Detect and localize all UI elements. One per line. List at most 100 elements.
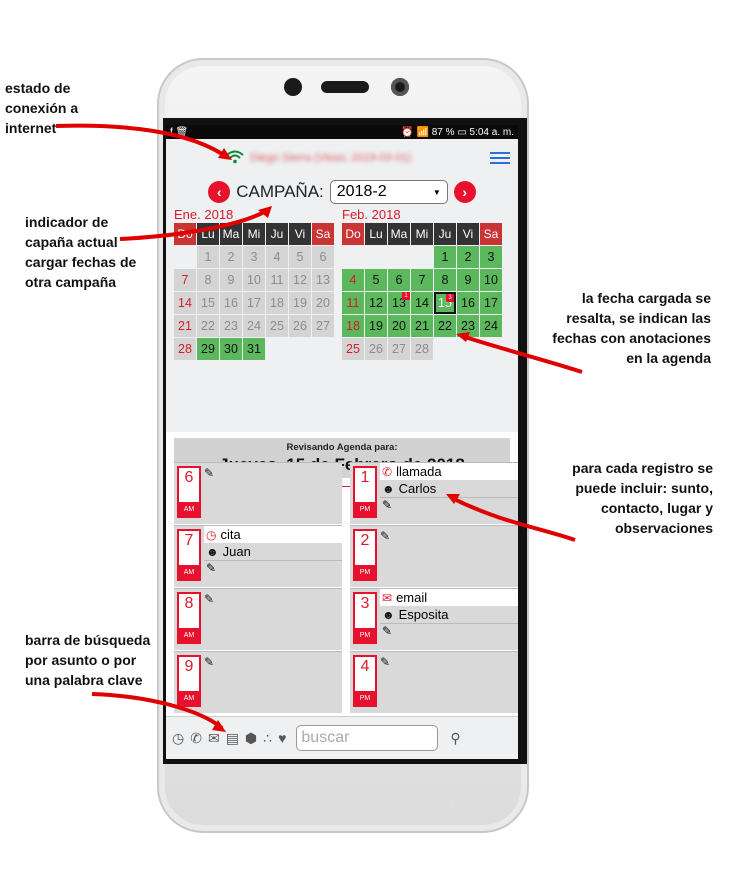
calendar-day[interactable]: 8 xyxy=(197,269,219,291)
calendar-day[interactable]: 16 xyxy=(220,292,242,314)
calendar-day[interactable]: 17 xyxy=(243,292,265,314)
search-icon[interactable]: ⚲ xyxy=(450,730,460,747)
calendar-day[interactable]: 2 xyxy=(220,246,242,268)
calendar-day[interactable]: 6 xyxy=(388,269,410,291)
calendar-day[interactable]: 23 xyxy=(220,315,242,337)
edit-icon[interactable]: ✎ xyxy=(206,561,216,575)
calendar-day[interactable]: 26 xyxy=(365,338,387,360)
calendar-day[interactable]: 28 xyxy=(411,338,433,360)
calendar-day[interactable]: 6 xyxy=(312,246,334,268)
recents-nav-icon[interactable]: □ xyxy=(239,792,249,810)
calendar-day[interactable]: 10 xyxy=(480,269,502,291)
back-nav-icon[interactable]: ◁ xyxy=(441,792,453,812)
calendar-empty-cell xyxy=(174,246,196,268)
edit-icon[interactable]: ✎ xyxy=(204,466,214,480)
agenda-slot[interactable]: 7 AM ◷ cita ☻ Juan ✎ xyxy=(174,525,342,587)
heart-icon[interactable]: ♥ xyxy=(278,730,286,746)
calendar-day[interactable]: 24 xyxy=(480,315,502,337)
calendar-day[interactable]: 1 xyxy=(434,246,456,268)
calendar-day[interactable]: 16 xyxy=(457,292,479,314)
edit-icon[interactable]: ✎ xyxy=(204,655,214,669)
prev-campaign-button[interactable]: ‹ xyxy=(208,181,231,203)
edit-icon[interactable]: ✎ xyxy=(382,498,392,512)
edit-icon[interactable]: ✎ xyxy=(204,592,214,606)
calendar-day[interactable]: 25 xyxy=(342,338,364,360)
calendar-day[interactable]: 11 xyxy=(266,269,288,291)
calendar-day[interactable]: 5 xyxy=(289,246,311,268)
calendar-day[interactable]: 2 xyxy=(457,246,479,268)
calendar-day[interactable]: 12 xyxy=(289,269,311,291)
calendar-day[interactable]: 19 xyxy=(365,315,387,337)
calendar-day[interactable]: 29 xyxy=(197,338,219,360)
edit-icon[interactable]: ✎ xyxy=(380,529,390,543)
cubes-icon[interactable]: ∴ xyxy=(263,730,272,747)
calendar-day[interactable]: 7 xyxy=(174,269,196,291)
calendar-day[interactable]: 25 xyxy=(266,315,288,337)
calendar-day[interactable]: 3 xyxy=(243,246,265,268)
calendar-day[interactable]: 28 xyxy=(174,338,196,360)
agenda-slot[interactable]: 8 AM ✎ xyxy=(174,588,342,650)
home-nav-icon[interactable]: ○ xyxy=(339,792,349,810)
agenda-slot[interactable]: 3 PM ✉ email ☻ Esposita ✎ xyxy=(350,588,518,650)
hamburger-icon[interactable] xyxy=(490,149,510,167)
calendar-day[interactable]: 8 xyxy=(434,269,456,291)
calendar-day[interactable]: 4 xyxy=(342,269,364,291)
calendar-day[interactable]: 12 xyxy=(365,292,387,314)
calendar-day[interactable]: 9 xyxy=(220,269,242,291)
calendar-day[interactable]: 14 xyxy=(174,292,196,314)
calendar-day[interactable]: 13 1 xyxy=(388,292,410,314)
hour-label: 6 AM xyxy=(177,466,201,518)
calendar-day[interactable]: 4 xyxy=(266,246,288,268)
calendar-day[interactable]: 18 xyxy=(342,315,364,337)
calendar-day[interactable]: 23 xyxy=(457,315,479,337)
calendar-day[interactable]: 17 xyxy=(480,292,502,314)
agenda: 6 AM ✎ 7 AM ◷ cita ☻ Juan ✎ 8 AM ✎ 9 AM ✎ 1 PM ✆ llamada ☻ C… xyxy=(174,462,518,716)
agenda-slot[interactable]: 1 PM ✆ llamada ☻ Carlos ✎ xyxy=(350,462,518,524)
agenda-slot[interactable]: 9 AM ✎ xyxy=(174,651,342,713)
clock-icon[interactable]: ◷ xyxy=(172,730,184,747)
edit-icon[interactable]: ✎ xyxy=(380,655,390,669)
agenda-entry[interactable]: ✉ email ☻ Esposita ✎ xyxy=(380,589,518,642)
calendar-day[interactable]: 22 xyxy=(434,315,456,337)
calendar-day[interactable]: 21 xyxy=(411,315,433,337)
calendar-day[interactable]: 3 xyxy=(480,246,502,268)
agenda-entry[interactable]: ✆ llamada ☻ Carlos ✎ xyxy=(380,463,518,516)
hour-number: 9 xyxy=(184,658,194,675)
calendar-day[interactable]: 9 xyxy=(457,269,479,291)
calendar-day[interactable]: 24 xyxy=(243,315,265,337)
book-icon[interactable]: ▤ xyxy=(226,730,239,747)
calendar-day[interactable]: 31 xyxy=(243,338,265,360)
calendar-day[interactable]: 5 xyxy=(365,269,387,291)
calendar-day[interactable]: 20 xyxy=(388,315,410,337)
calendar-day[interactable]: 10 xyxy=(243,269,265,291)
calendar-day[interactable]: 26 xyxy=(289,315,311,337)
calendar-day[interactable]: 27 xyxy=(312,315,334,337)
calendar-day[interactable]: 1 xyxy=(197,246,219,268)
calendar-day[interactable]: 22 xyxy=(197,315,219,337)
calendar-day[interactable]: 20 xyxy=(312,292,334,314)
phone-icon[interactable]: ✆ xyxy=(190,730,202,747)
calendar-day[interactable]: 7 xyxy=(411,269,433,291)
calendar-day[interactable]: 21 xyxy=(174,315,196,337)
calendar-day[interactable]: 30 xyxy=(220,338,242,360)
calendar-day[interactable]: 11 xyxy=(342,292,364,314)
calendar-day[interactable]: 15 3 xyxy=(434,292,456,314)
edit-icon[interactable]: ✎ xyxy=(382,624,392,638)
calendar-day[interactable]: 14 xyxy=(411,292,433,314)
agenda-entry[interactable]: ◷ cita ☻ Juan ✎ xyxy=(204,526,342,579)
campaign-select[interactable]: 2018-2 ▼ xyxy=(329,180,448,204)
search-input[interactable]: buscar xyxy=(296,725,439,751)
calendar-day[interactable]: 15 xyxy=(197,292,219,314)
mail-icon[interactable]: ✉ xyxy=(208,730,220,747)
next-campaign-button[interactable]: › xyxy=(453,181,476,203)
calendar-day[interactable]: 19 xyxy=(289,292,311,314)
calendar-day[interactable]: 27 xyxy=(388,338,410,360)
agenda-slot[interactable]: 6 AM ✎ xyxy=(174,462,342,524)
weekday-header: Ju xyxy=(434,223,456,245)
calendar-day[interactable]: 13 xyxy=(312,269,334,291)
calendar-day[interactable]: 18 xyxy=(266,292,288,314)
agenda-slot[interactable]: 2 PM ✎ xyxy=(350,525,518,587)
annotation-connection: estado de conexión a internet xyxy=(5,80,79,136)
agenda-slot[interactable]: 4 PM ✎ xyxy=(350,651,518,713)
cube-icon[interactable]: ⬢ xyxy=(245,730,257,747)
